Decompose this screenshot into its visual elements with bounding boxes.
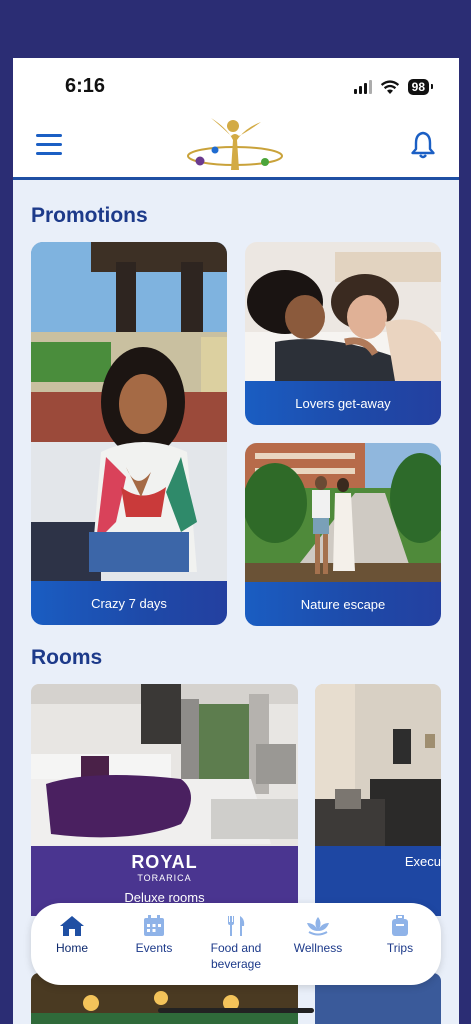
calendar-icon bbox=[144, 915, 164, 936]
notifications-bell-icon[interactable] bbox=[410, 131, 436, 159]
room-photo-deluxe bbox=[31, 684, 298, 846]
promo-caption: Nature escape bbox=[245, 582, 441, 626]
battery-indicator: 98 bbox=[407, 79, 434, 95]
royal-torarica-logo bbox=[187, 118, 283, 170]
nav-label: Events bbox=[135, 941, 173, 955]
cellular-signal-icon bbox=[353, 80, 372, 94]
menu-button[interactable] bbox=[36, 134, 62, 156]
promo-card-nature-escape[interactable]: Nature escape bbox=[245, 443, 441, 626]
nav-label: Trips bbox=[386, 941, 414, 955]
promo-caption: Lovers get-away bbox=[245, 381, 441, 425]
nav-label: Home bbox=[55, 941, 88, 955]
home-indicator bbox=[158, 1008, 314, 1013]
nav-events[interactable]: Events bbox=[116, 915, 192, 956]
lotus-icon bbox=[307, 917, 329, 936]
nav-label: Wellness bbox=[293, 941, 343, 955]
promotions-heading: Promotions bbox=[31, 204, 148, 227]
nav-wellness[interactable]: Wellness bbox=[280, 915, 356, 956]
promo-photo-couple-in-bed bbox=[245, 242, 441, 381]
wifi-icon bbox=[380, 79, 399, 94]
nav-food-and-beverage[interactable]: Food and beverage bbox=[198, 915, 274, 972]
room-label: Execu bbox=[404, 854, 441, 869]
suitcase-icon bbox=[392, 915, 408, 936]
bottom-navigation: Home Events Food and beverage Wellness T… bbox=[31, 903, 441, 985]
royal-torarica-brand-mark: ROYAL TORARICA bbox=[131, 852, 198, 883]
hamburger-menu-icon bbox=[36, 134, 62, 137]
status-time: 6:16 bbox=[65, 75, 106, 97]
promo-photo-woman-laughing bbox=[31, 242, 227, 581]
promo-card-lovers-getaway[interactable]: Lovers get-away bbox=[245, 242, 441, 425]
promo-photo-couple-walking-garden bbox=[245, 443, 441, 582]
cutlery-icon bbox=[228, 916, 245, 936]
app-screen: 6:16 98 Promotions Crazy 7 days Lovers g… bbox=[13, 58, 459, 1024]
nav-home[interactable]: Home bbox=[34, 915, 110, 956]
header: 6:16 98 bbox=[13, 58, 459, 180]
nav-label: Food and beverage bbox=[210, 941, 262, 971]
status-icons: 98 bbox=[353, 78, 434, 96]
room-card-executive[interactable]: Execu bbox=[315, 684, 441, 916]
room-card-deluxe[interactable]: ROYAL TORARICA Deluxe rooms bbox=[31, 684, 298, 916]
promo-caption: Crazy 7 days bbox=[31, 581, 227, 625]
nav-trips[interactable]: Trips bbox=[362, 915, 438, 956]
rooms-heading: Rooms bbox=[31, 646, 103, 669]
room-photo-executive bbox=[315, 684, 441, 846]
home-icon bbox=[60, 916, 84, 936]
promo-card-crazy-7-days[interactable]: Crazy 7 days bbox=[31, 242, 227, 625]
